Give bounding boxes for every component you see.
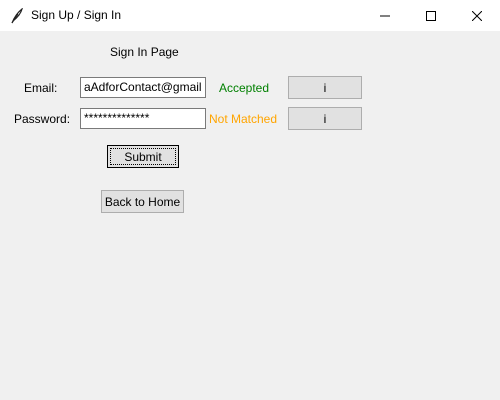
title-bar[interactable]: Sign Up / Sign In: [0, 0, 500, 31]
password-label: Password:: [14, 112, 71, 126]
page-title: Sign In Page: [110, 45, 179, 59]
minimize-button[interactable]: [362, 0, 408, 31]
password-field[interactable]: **************: [80, 108, 206, 129]
maximize-icon: [426, 10, 436, 21]
password-info-button[interactable]: i: [288, 107, 362, 130]
back-to-home-button-label: Back to Home: [104, 194, 181, 209]
submit-button[interactable]: Submit: [107, 145, 179, 168]
window-client-area: Sign In Page Email: aAdforContact@gmail …: [0, 31, 500, 400]
close-icon: [472, 10, 482, 21]
window-title: Sign Up / Sign In: [31, 8, 122, 22]
close-button[interactable]: [454, 0, 500, 31]
maximize-button[interactable]: [408, 0, 454, 31]
back-to-home-button[interactable]: Back to Home: [101, 190, 184, 213]
email-status-text: Accepted: [219, 81, 270, 95]
minimize-icon: [380, 15, 390, 16]
feather-icon: [10, 7, 24, 24]
email-label: Email:: [24, 81, 58, 95]
email-info-button[interactable]: i: [288, 76, 362, 99]
password-status-text: Not Matched: [209, 112, 278, 126]
email-field[interactable]: aAdforContact@gmail: [80, 77, 206, 98]
submit-button-label: Submit: [124, 149, 162, 164]
